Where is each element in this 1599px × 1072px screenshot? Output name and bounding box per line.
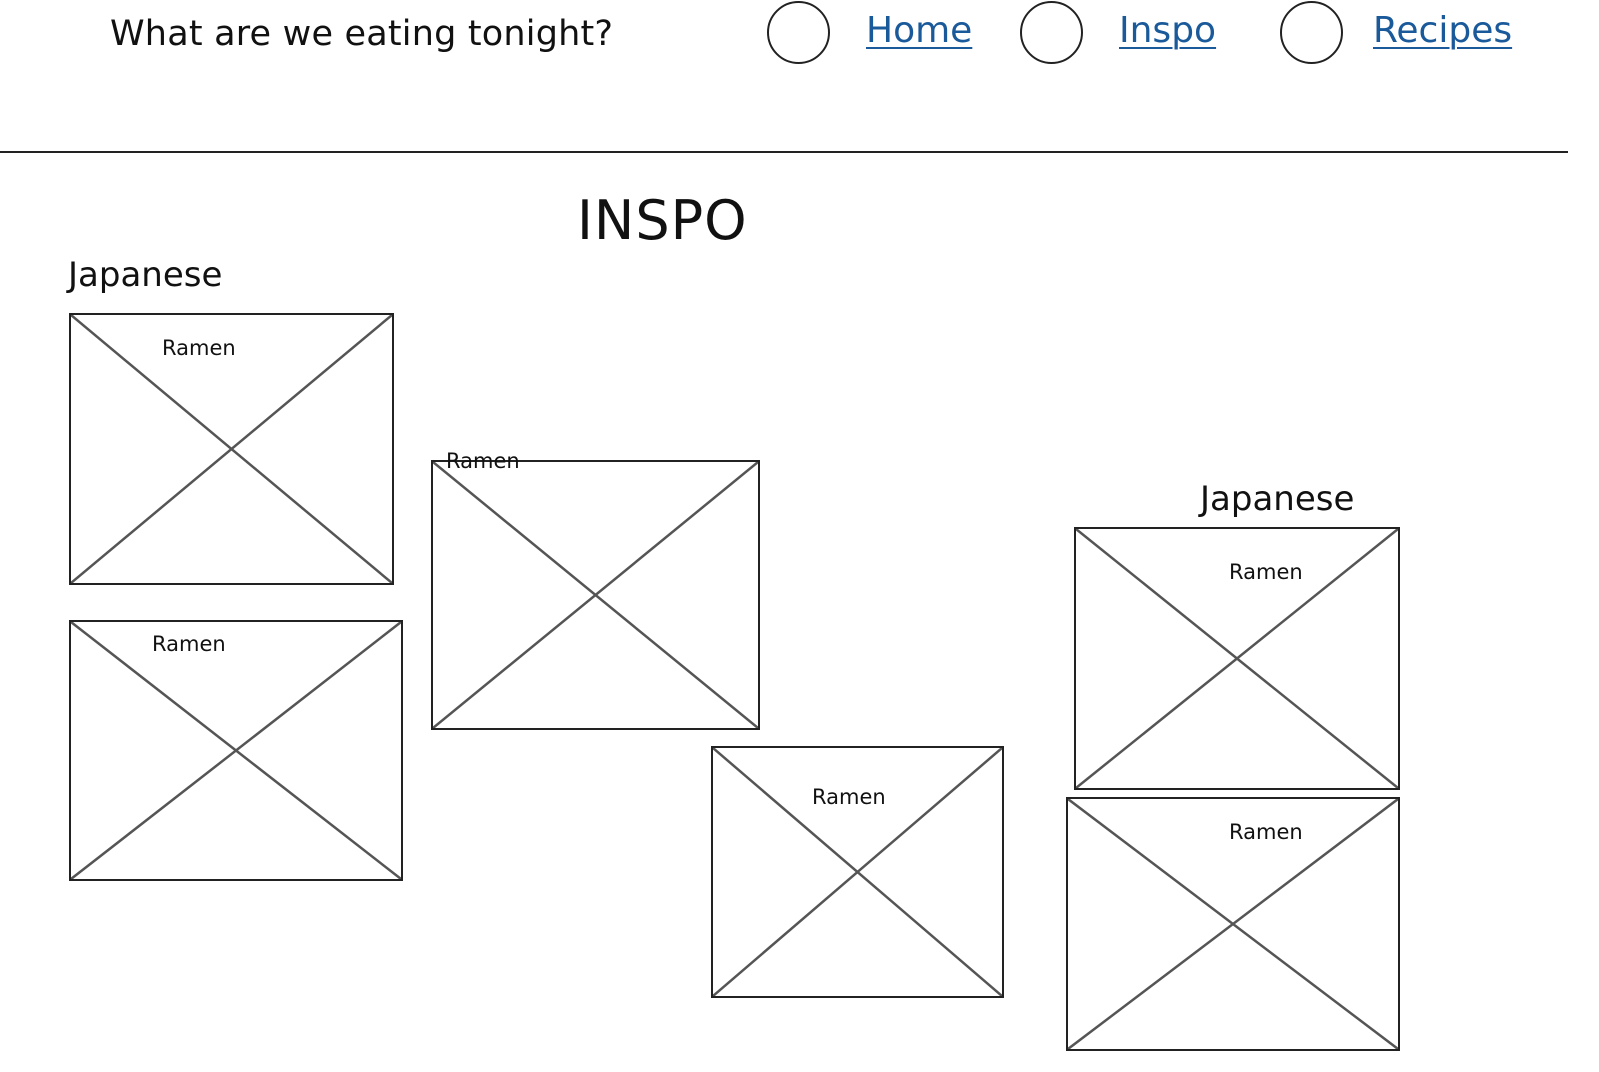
nav-recipes-icon[interactable] [1280, 1, 1343, 64]
nav-link-inspo[interactable]: Inspo [1119, 8, 1216, 54]
recipe-card-label: Ramen [446, 449, 520, 473]
section-heading-japanese-right: Japanese [1200, 479, 1355, 519]
recipe-card-label: Ramen [1229, 820, 1303, 844]
recipe-card-label: Ramen [152, 632, 226, 656]
header-divider [0, 151, 1568, 153]
image-placeholder-icon [433, 462, 758, 728]
section-heading-japanese-left: Japanese [68, 255, 223, 295]
nav-inspo-icon[interactable] [1020, 1, 1083, 64]
recipe-card[interactable] [69, 620, 403, 881]
nav-home-icon[interactable] [767, 1, 830, 64]
recipe-card-label: Ramen [1229, 560, 1303, 584]
page-title: INSPO [577, 189, 748, 252]
recipe-card[interactable] [431, 460, 760, 730]
nav-link-home[interactable]: Home [866, 8, 972, 54]
site-title: What are we eating tonight? [110, 14, 614, 54]
image-placeholder-icon [71, 622, 401, 879]
recipe-card-label: Ramen [812, 785, 886, 809]
recipe-card-label: Ramen [162, 336, 236, 360]
nav-link-recipes[interactable]: Recipes [1373, 8, 1512, 54]
